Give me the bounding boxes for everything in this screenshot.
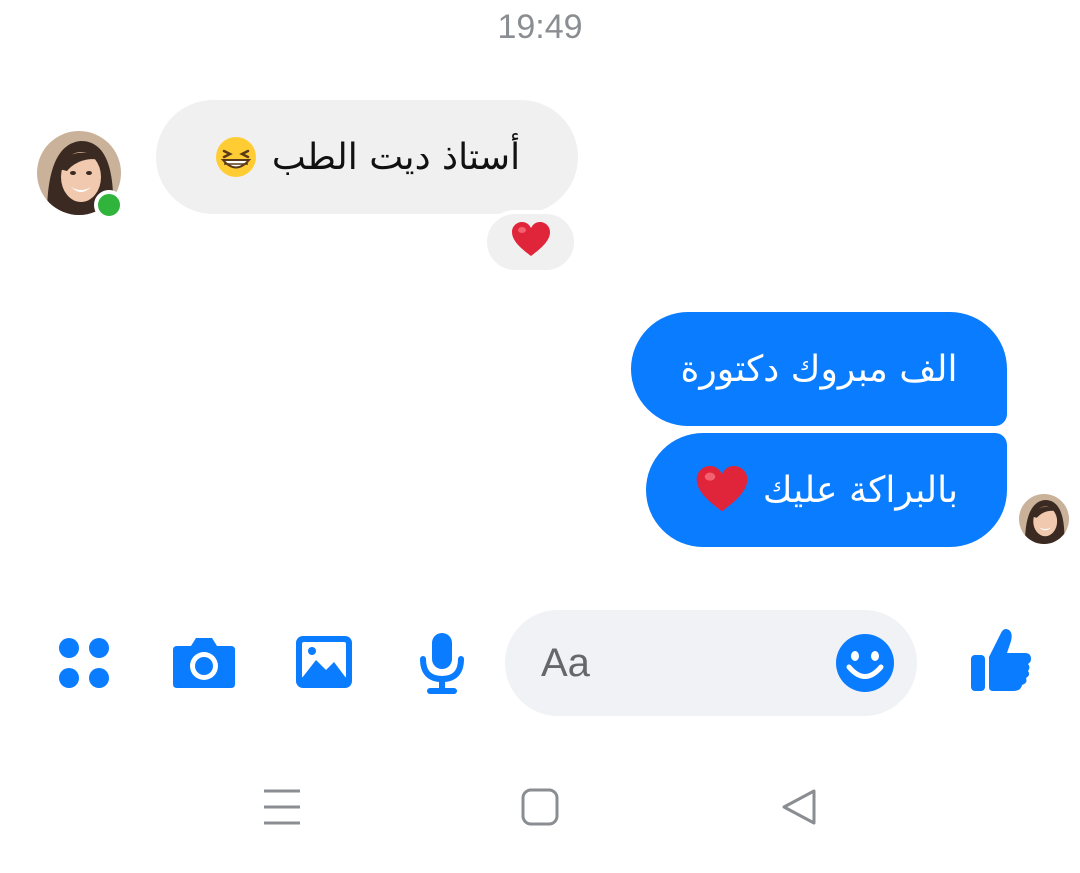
thumbs-up-icon[interactable] bbox=[968, 626, 1034, 694]
emoji-icon[interactable] bbox=[834, 632, 896, 694]
incoming-message-bubble[interactable]: أستاذ ديت الطب bbox=[156, 100, 578, 214]
outgoing-message-text: بالبراكة عليك bbox=[762, 469, 959, 511]
gallery-icon[interactable] bbox=[293, 632, 355, 692]
back-icon[interactable] bbox=[774, 784, 822, 830]
seen-receipt-avatar bbox=[1019, 494, 1069, 544]
message-reaction[interactable] bbox=[483, 210, 578, 274]
incoming-message-text: أستاذ ديت الطب bbox=[271, 136, 521, 178]
home-icon[interactable] bbox=[516, 784, 564, 830]
message-input-container[interactable] bbox=[505, 610, 917, 716]
microphone-icon[interactable] bbox=[414, 630, 470, 696]
apps-icon[interactable] bbox=[54, 632, 114, 692]
red-heart-icon bbox=[511, 222, 551, 262]
grinning-squinting-face-icon bbox=[214, 135, 258, 179]
camera-icon[interactable] bbox=[170, 632, 238, 692]
menu-icon[interactable] bbox=[258, 784, 306, 830]
message-timestamp: 19:49 bbox=[497, 8, 583, 46]
red-heart-icon bbox=[695, 466, 749, 514]
outgoing-message-text: الف مبروك دكتورة bbox=[680, 348, 958, 390]
outgoing-message-bubble[interactable]: الف مبروك دكتورة bbox=[631, 312, 1007, 426]
message-input[interactable] bbox=[541, 636, 821, 690]
outgoing-message-bubble[interactable]: بالبراكة عليك bbox=[646, 433, 1007, 547]
online-status-indicator bbox=[94, 190, 124, 220]
